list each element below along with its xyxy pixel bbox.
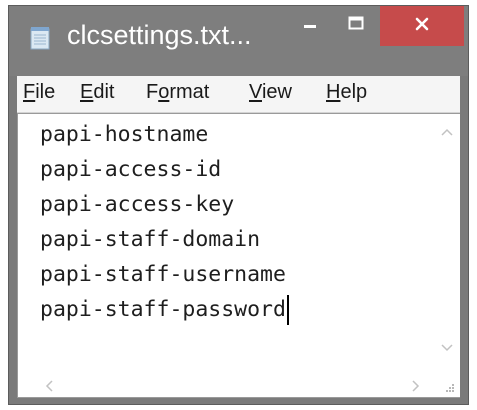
text-line-content: papi-staff-password: [40, 297, 286, 322]
text-line-current: papi-staff-password: [40, 295, 289, 325]
window-title: clcsettings.txt...: [67, 20, 252, 50]
close-button[interactable]: [380, 6, 464, 46]
text-editor[interactable]: papi-hostname papi-access-id papi-access…: [17, 113, 460, 398]
minimize-button[interactable]: [288, 8, 332, 42]
horizontal-scrollbar[interactable]: [18, 372, 435, 397]
text-line: papi-hostname: [40, 122, 209, 147]
text-area[interactable]: papi-hostname papi-access-id papi-access…: [40, 114, 436, 354]
close-icon: [414, 16, 430, 37]
notepad-window: clcsettings.txt... File Edit Format View…: [8, 5, 469, 405]
text-line: papi-access-id: [40, 157, 222, 182]
menu-format[interactable]: Format: [146, 81, 209, 104]
maximize-button[interactable]: [334, 8, 378, 42]
chevron-up-icon[interactable]: [441, 124, 453, 142]
menu-edit[interactable]: Edit: [80, 81, 114, 104]
resize-grip[interactable]: [435, 372, 460, 397]
minimize-icon: [303, 16, 317, 35]
menu-help[interactable]: Help: [326, 81, 367, 104]
maximize-icon: [348, 15, 364, 36]
text-line: papi-staff-domain: [40, 227, 261, 252]
text-line: papi-staff-username: [40, 262, 286, 287]
chevron-down-icon[interactable]: [441, 340, 453, 358]
vertical-scrollbar[interactable]: [435, 114, 460, 372]
resize-grip-icon: [443, 380, 455, 398]
title-bar[interactable]: clcsettings.txt...: [9, 6, 468, 76]
notepad-icon[interactable]: [29, 26, 53, 50]
chevron-left-icon[interactable]: [44, 379, 54, 397]
text-cursor: [286, 295, 289, 325]
chevron-right-icon[interactable]: [411, 379, 421, 397]
text-line: papi-access-key: [40, 192, 235, 217]
menu-bar: File Edit Format View Help: [17, 76, 460, 113]
menu-view[interactable]: View: [249, 81, 292, 104]
menu-file[interactable]: File: [23, 81, 55, 104]
